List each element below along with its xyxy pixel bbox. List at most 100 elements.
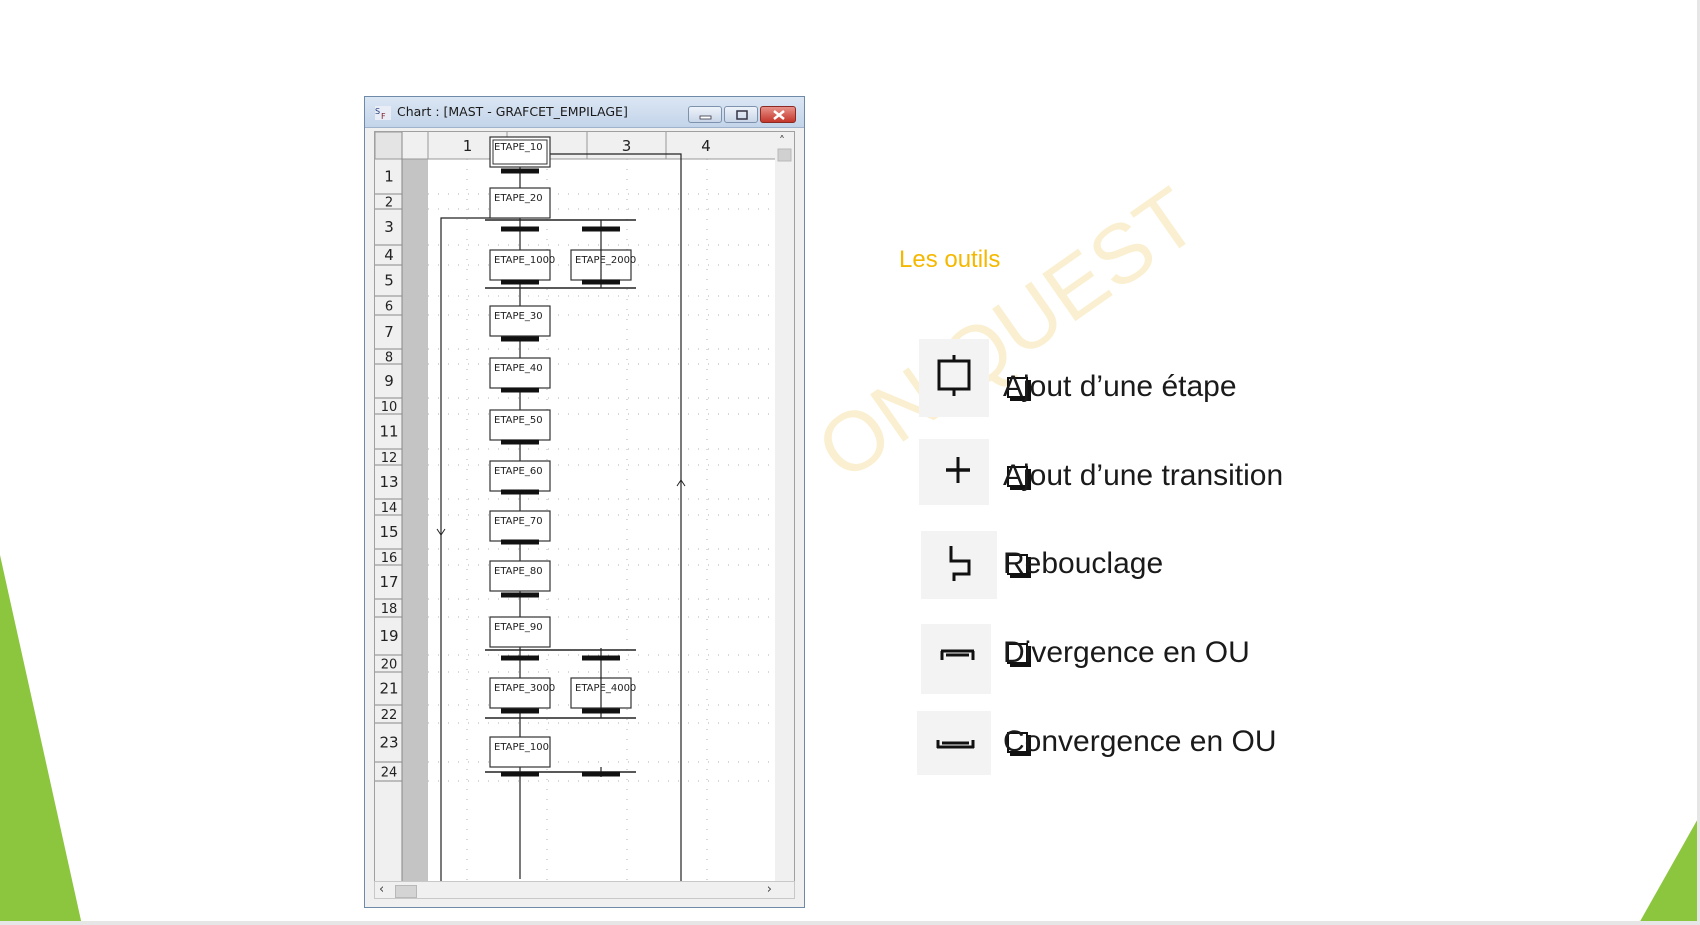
row-header-15: 15 (379, 523, 398, 541)
restore-icon (736, 110, 748, 120)
transition-bar (582, 655, 620, 661)
scroll-thumb-vertical (777, 148, 792, 162)
chart-window: S F Chart : [MAST - GRAFCET_EMPILAGE] ˄ 1… (364, 96, 805, 908)
step-etape_100-label: ETAPE_100 (494, 742, 549, 753)
row-header-14: 14 (381, 501, 398, 516)
transition-tool-button[interactable] (919, 439, 989, 505)
step-etape_1000-label: ETAPE_1000 (494, 255, 555, 266)
transition-bar (501, 226, 539, 232)
row-header-24: 24 (381, 766, 398, 781)
sfc-app-icon: S F (375, 106, 391, 120)
grafcet-canvas[interactable]: ˄123412345678910111213141516171819202122… (374, 131, 795, 896)
or-convergence-icon (936, 740, 975, 749)
loopback-line (440, 153, 682, 893)
transition-bar (501, 655, 539, 661)
loopback-icon (949, 546, 971, 581)
transition-bar (501, 279, 539, 285)
step-etape_3000-label: ETAPE_3000 (494, 683, 555, 694)
or-divergence-icon (940, 649, 975, 660)
step-tool-button[interactable] (919, 339, 989, 417)
row-header-4: 4 (384, 246, 394, 264)
green-corner-left (0, 555, 82, 925)
row-header-20: 20 (381, 658, 398, 673)
or-divergence-tool-button[interactable] (921, 624, 991, 694)
vertical-scrollbar (775, 132, 794, 895)
row-header-13: 13 (379, 473, 398, 491)
step-etape_80-label: ETAPE_80 (494, 566, 543, 577)
transition-bar (582, 226, 620, 232)
column-header-3: 3 (622, 137, 632, 155)
row-header-17: 17 (379, 573, 398, 591)
row-header-16: 16 (381, 551, 398, 566)
minimize-button[interactable] (688, 106, 722, 123)
scroll-left-icon[interactable]: ‹ (379, 882, 384, 897)
tool-label-loopback: Rebouclage (1003, 547, 1164, 580)
maximize-button[interactable] (724, 106, 758, 123)
step-etape_20-label: ETAPE_20 (494, 193, 543, 204)
transition-icon (946, 457, 970, 483)
step-etape_10-label: ETAPE_10 (494, 142, 543, 153)
transition-bar (501, 489, 539, 495)
transition-bar (501, 387, 539, 393)
transition-bar (501, 336, 539, 342)
margin-column (402, 159, 428, 895)
step-etape_30-label: ETAPE_30 (494, 311, 543, 322)
column-header-4: 4 (701, 137, 711, 155)
row-header-23: 23 (379, 734, 398, 752)
step-etape_60-label: ETAPE_60 (494, 466, 543, 477)
transition-bar (501, 708, 539, 714)
row-header-2: 2 (385, 196, 393, 211)
tool-label-transition: Ajout d’une transition (1003, 459, 1284, 492)
transition-bar (501, 439, 539, 445)
step-etape_4000-label: ETAPE_4000 (575, 683, 636, 694)
transition-bar (582, 708, 620, 714)
row-header-5: 5 (384, 272, 394, 290)
row-header-10: 10 (381, 400, 398, 415)
step-etape_70-label: ETAPE_70 (494, 516, 543, 527)
loopback-tool-button[interactable] (921, 531, 997, 599)
row-header-18: 18 (381, 602, 398, 617)
row-header-3: 3 (384, 218, 394, 236)
close-icon (773, 110, 785, 120)
row-header-7: 7 (384, 323, 394, 341)
window-title: Chart : [MAST - GRAFCET_EMPILAGE] (397, 104, 628, 119)
svg-text:F: F (381, 112, 386, 120)
column-header-1: 1 (463, 137, 473, 155)
row-header-22: 22 (381, 708, 398, 723)
row-header-8: 8 (385, 351, 393, 366)
tools-title: Les outils (899, 246, 1001, 273)
step-icon (937, 355, 971, 396)
transition-bar (501, 592, 539, 598)
svg-text:S: S (375, 107, 380, 116)
tool-label-or-convergence: Convergence en OU (1003, 725, 1277, 758)
column-header-bar (375, 132, 794, 159)
step-etape_2000-label: ETAPE_2000 (575, 255, 636, 266)
row-header-19: 19 (379, 627, 398, 645)
horizontal-scrollbar[interactable]: ‹ › (374, 881, 795, 899)
row-header-1: 1 (384, 168, 394, 186)
green-corner-right (1638, 815, 1700, 925)
transition-bar (582, 279, 620, 285)
row-header-6: 6 (385, 300, 393, 315)
tool-label-step: Ajout d’une étape (1003, 370, 1237, 403)
transition-bar (582, 771, 620, 777)
transition-bar (501, 771, 539, 777)
step-etape_50-label: ETAPE_50 (494, 415, 543, 426)
or-convergence-tool-button[interactable] (917, 711, 991, 775)
scroll-thumb[interactable] (395, 885, 417, 898)
scroll-right-icon[interactable]: › (767, 882, 772, 897)
close-button[interactable] (760, 106, 796, 123)
row-header-11: 11 (379, 423, 398, 441)
window-titlebar[interactable]: S F Chart : [MAST - GRAFCET_EMPILAGE] (365, 97, 804, 128)
minimize-icon (699, 115, 712, 120)
step-etape_40-label: ETAPE_40 (494, 363, 543, 374)
grafcet-diagram[interactable]: ˄123412345678910111213141516171819202122… (375, 132, 794, 895)
row-header-21: 21 (379, 680, 398, 698)
scroll-up-icon: ˄ (779, 134, 785, 148)
corner-cell (375, 132, 403, 160)
step-etape_90-label: ETAPE_90 (494, 622, 543, 633)
transition-bar (501, 168, 539, 174)
row-header-12: 12 (381, 451, 398, 466)
row-header-9: 9 (384, 372, 394, 390)
tool-label-or-divergence: Divergence en OU (1003, 636, 1250, 669)
